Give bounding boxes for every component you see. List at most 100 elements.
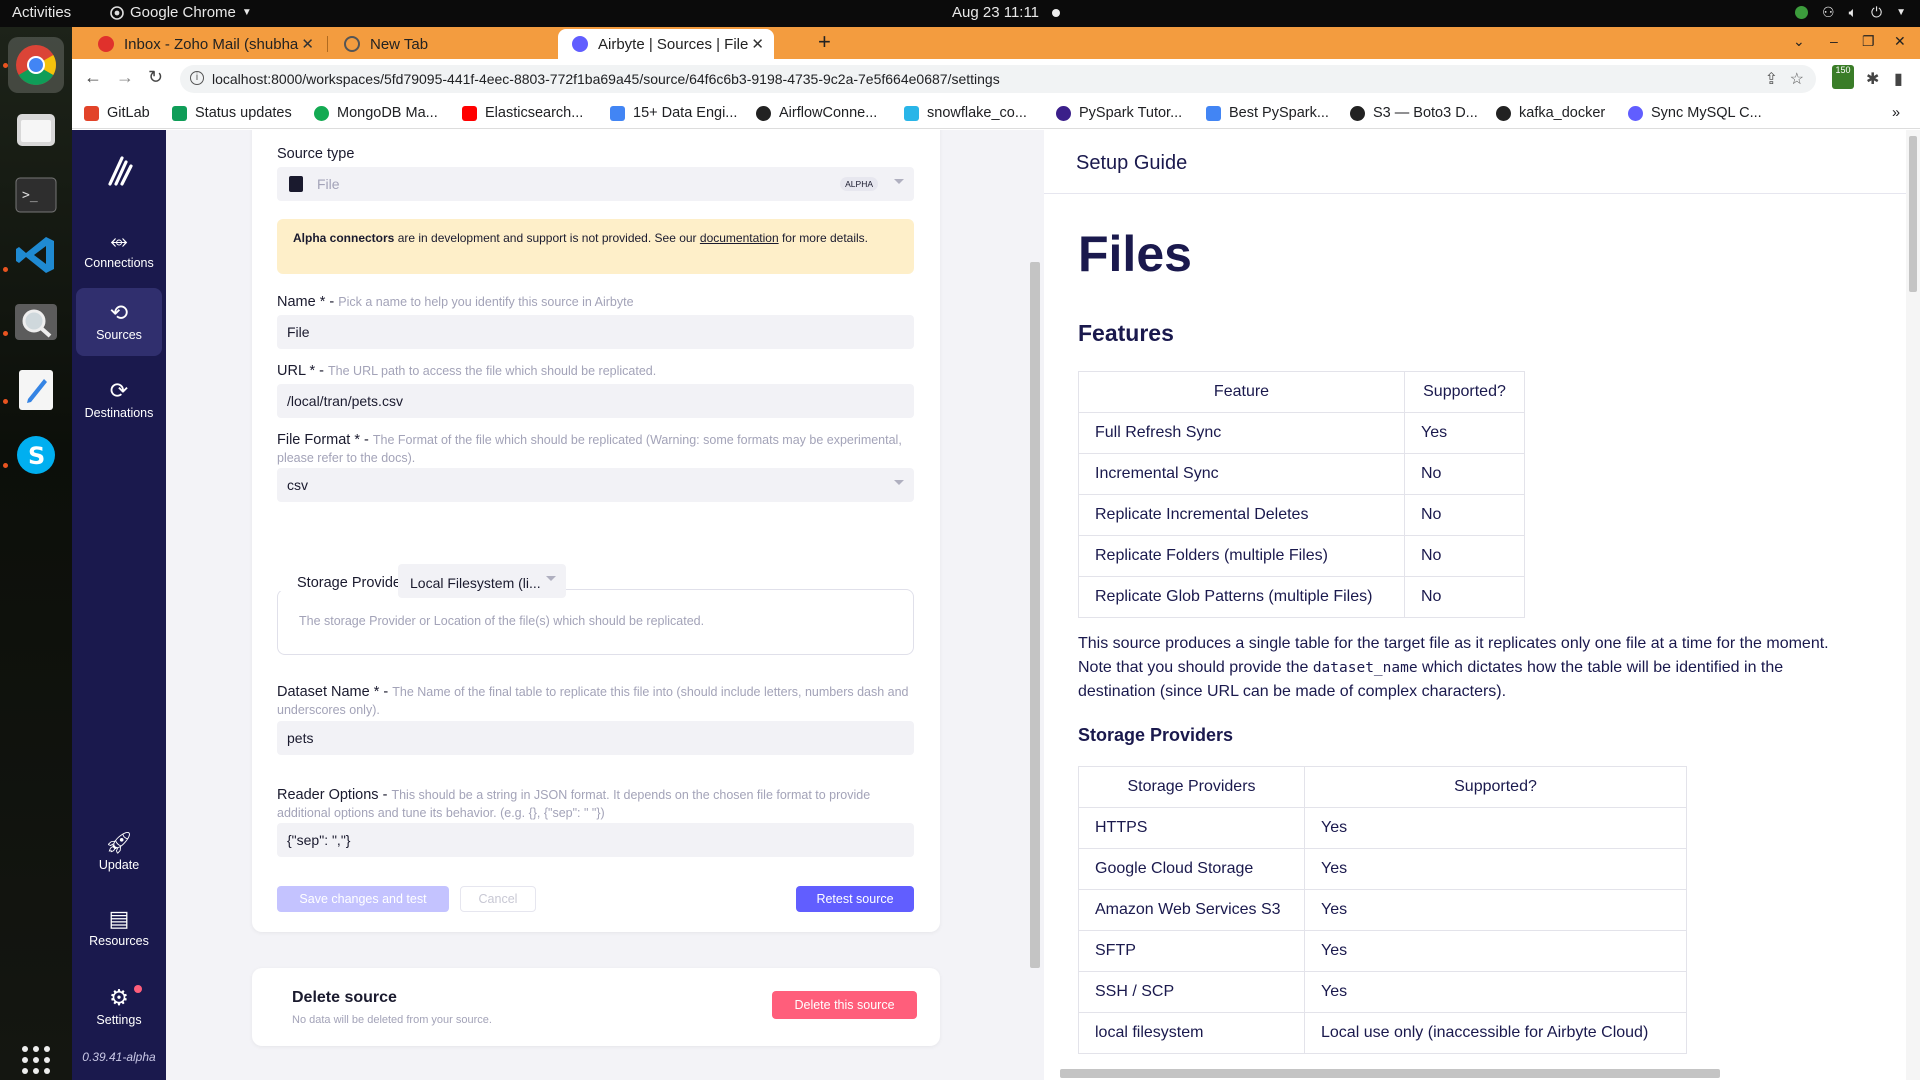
storage-providers-heading: Storage Providers [1078, 725, 1234, 745]
airbyte-icon [1628, 105, 1643, 121]
bookmark-label: S3 — Boto3 D... [1373, 105, 1478, 121]
bookmark-gitlab[interactable]: GitLab [84, 105, 150, 121]
form-scrollbar[interactable] [1030, 262, 1040, 968]
url-input[interactable]: /local/tran/pets.csv [277, 384, 914, 418]
guide-horizontal-scrollbar[interactable] [1060, 1069, 1720, 1078]
sidebar-item-label: Sources [96, 328, 142, 342]
airbyte-logo[interactable] [98, 150, 138, 195]
sidebar-item-label: Update [98, 858, 140, 872]
dock-terminal[interactable]: >_ [8, 167, 64, 223]
sidebar-item-update[interactable]: 🚀︎ Update [76, 818, 162, 886]
url-field-label: URL * - The URL path to access the file … [277, 362, 656, 380]
table-cell: No [1404, 576, 1525, 618]
zoho-mail-icon [98, 36, 114, 52]
bookmark-boto3[interactable]: S3 — Boto3 D... [1350, 105, 1478, 121]
back-arrow-icon[interactable]: ← [84, 67, 102, 88]
bookmark-airflow[interactable]: AirflowConne... [756, 105, 877, 121]
save-changes-button[interactable]: Save changes and test [277, 886, 449, 912]
side-panel-icon[interactable]: ▮ [1894, 69, 1903, 89]
system-tray[interactable]: ⚇ 🔈︎ ⏻ ▼ [1795, 4, 1906, 21]
inline-code: dataset_name [1312, 660, 1418, 676]
paragraph-text: can be made of complex characters). [1242, 683, 1507, 700]
tab-label: Airbyte | Sources | File [598, 35, 749, 53]
address-bar[interactable]: i localhost:8000/workspaces/5fd79095-441… [180, 65, 1816, 93]
bookmarks-overflow-button[interactable]: » [1892, 105, 1900, 121]
new-tab-button[interactable]: + [818, 29, 831, 55]
forward-arrow-icon[interactable]: → [116, 67, 134, 88]
sidebar-item-resources[interactable]: ▤ Resources [76, 894, 162, 962]
info-icon[interactable]: i [190, 71, 204, 85]
puzzle-icon[interactable]: ✱ [1866, 69, 1879, 89]
cancel-button[interactable]: Cancel [460, 886, 536, 912]
activities-button[interactable]: Activities [12, 4, 71, 21]
bookmark-data-engineering[interactable]: 15+ Data Engi... [610, 105, 737, 121]
source-type-select[interactable]: File ALPHA [277, 167, 914, 201]
close-icon[interactable]: ✕ [301, 35, 314, 53]
dock-text-editor[interactable] [8, 362, 64, 418]
app-menu-label: Google Chrome [130, 4, 236, 21]
setup-guide-header: Setup Guide [1044, 130, 1906, 194]
bookmark-label: GitLab [107, 105, 150, 121]
chevron-down-icon: ▼ [241, 7, 252, 18]
dataset-name-label: Dataset Name * - The Name of the final t… [277, 683, 914, 719]
scrollbar-thumb[interactable] [1909, 136, 1917, 292]
dock-search-app[interactable] [8, 294, 64, 350]
chevron-down-icon: ▼ [1896, 7, 1906, 18]
file-format-select[interactable]: csv [277, 468, 914, 502]
running-indicator [3, 399, 8, 404]
bookmark-sync-mysql[interactable]: Sync MySQL C... [1628, 105, 1762, 121]
guide-vertical-scrollbar[interactable] [1906, 130, 1920, 1080]
sidebar-item-connections[interactable]: ⥈ Connections [76, 216, 162, 284]
maximize-icon[interactable]: ❐ [1862, 33, 1875, 50]
tab-airbyte[interactable]: Airbyte | Sources | File ✕ [558, 29, 774, 59]
table-cell: Incremental Sync [1078, 453, 1405, 495]
volume-icon: 🔈︎ [1848, 4, 1858, 20]
bookmark-elasticsearch[interactable]: Elasticsearch... [462, 105, 583, 121]
storage-provider-select[interactable]: Local Filesystem (li... [398, 564, 566, 598]
clock[interactable]: Aug 23 11:11 [952, 4, 1039, 21]
dock-files[interactable] [8, 102, 64, 158]
dock-chrome[interactable] [8, 37, 64, 93]
bookmark-kafka-docker[interactable]: kafka_docker [1496, 105, 1605, 121]
bookmark-snowflake[interactable]: snowflake_co... [904, 105, 1027, 121]
tab-search-icon[interactable]: ⌄ [1793, 33, 1805, 50]
table-header-cell: Supported? [1304, 766, 1687, 808]
shield-icon [1795, 6, 1809, 19]
star-icon[interactable]: ☆ [1790, 69, 1804, 89]
bookmark-label: PySpark Tutor... [1079, 105, 1183, 121]
site-icon [1056, 105, 1071, 121]
app-menu[interactable]: Google Chrome ▼ [110, 4, 252, 21]
share-icon[interactable]: ⇪ [1765, 69, 1778, 89]
table-row: Incremental Sync No [1078, 453, 1525, 495]
sidebar-item-destinations[interactable]: ⟳ Destinations [76, 366, 162, 434]
name-input[interactable]: File [277, 315, 914, 349]
label-text: Dataset Name * - [277, 684, 389, 700]
delete-source-button[interactable]: Delete this source [772, 991, 917, 1019]
tab-zoho-mail[interactable]: Inbox - Zoho Mail (shubha ✕ [84, 29, 324, 59]
retest-source-button[interactable]: Retest source [796, 886, 914, 912]
bookmark-best-pyspark[interactable]: Best PySpark... [1206, 105, 1329, 121]
dataset-name-input[interactable]: pets [277, 721, 914, 755]
close-icon[interactable]: ✕ [751, 35, 764, 53]
reload-icon[interactable]: ↻ [148, 67, 163, 88]
bookmark-mongodb[interactable]: MongoDB Ma... [314, 105, 438, 121]
minimize-icon[interactable]: – [1830, 33, 1838, 49]
snowflake-icon [904, 105, 919, 121]
text-editor-icon [19, 370, 53, 410]
dock-vscode[interactable] [8, 227, 64, 283]
source-form-card: Source type File ALPHA Alpha connectors … [252, 130, 940, 932]
reader-options-input[interactable]: {"sep": ","} [277, 823, 914, 857]
bookmark-status-updates[interactable]: Status updates [172, 105, 292, 121]
bookmark-label: MongoDB Ma... [337, 105, 438, 121]
close-window-icon[interactable]: ✕ [1894, 33, 1906, 50]
bookmark-label: AirflowConne... [779, 105, 878, 121]
documentation-link[interactable]: documentation [700, 231, 779, 245]
running-indicator [3, 267, 8, 272]
sidebar-item-settings[interactable]: ⚙ Settings [76, 973, 162, 1041]
chevron-down-icon [894, 179, 904, 184]
table-cell: No [1404, 535, 1525, 577]
extension-badge-icon[interactable]: 150 [1832, 65, 1854, 89]
dock-skype[interactable]: S [8, 427, 64, 483]
bookmark-pyspark[interactable]: PySpark Tutor... [1056, 105, 1182, 121]
sidebar-item-sources[interactable]: ⟲ Sources [76, 288, 162, 356]
